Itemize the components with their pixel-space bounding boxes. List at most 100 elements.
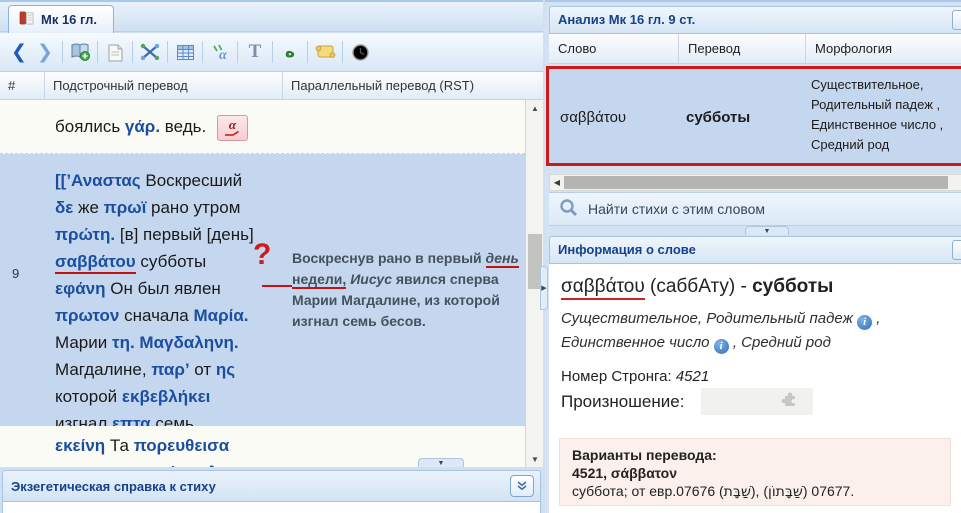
toolbar-separator — [272, 41, 273, 63]
scrollbar-thumb[interactable] — [564, 176, 948, 189]
horizontal-scrollbar[interactable]: ◀ ▶ — [549, 174, 961, 191]
word-ru[interactable]: от — [190, 360, 216, 379]
analysis-morphology: Существительное, Родительный падеж , Еди… — [811, 75, 961, 155]
text-format-button[interactable]: T — [242, 39, 268, 65]
analysis-row-selected[interactable]: σαββάτου субботы Существительное, Родите… — [546, 66, 961, 166]
strong-value[interactable]: 4521 — [676, 368, 709, 385]
document-button[interactable] — [102, 39, 128, 65]
word-greek-sabbatou[interactable]: σαββάτου — [55, 252, 136, 274]
parallel-segment-italic: Иисус — [350, 271, 392, 287]
svg-text:α: α — [219, 48, 227, 62]
word-greek[interactable]: τη. — [112, 333, 135, 352]
word-ru[interactable]: Марии — [55, 333, 112, 352]
history-clock-button[interactable] — [347, 39, 373, 65]
find-verses-search[interactable]: Найти стихи с этим словом — [549, 192, 961, 226]
toolbar-separator — [97, 41, 98, 63]
word-greek[interactable]: πρώτη. — [55, 225, 115, 244]
panel-collapse-button[interactable] — [952, 240, 961, 260]
scroll-up-arrow[interactable]: ▲ — [526, 100, 544, 116]
add-book-button[interactable] — [67, 39, 93, 65]
word-links-button[interactable] — [137, 39, 163, 65]
pronunciation-placeholder[interactable] — [701, 388, 813, 415]
panel-splitter-handle[interactable]: ▶ — [540, 266, 548, 310]
word-greek[interactable]: εκβεβλήκει — [122, 387, 210, 406]
word-greek[interactable]: Μαρία. — [193, 306, 248, 325]
search-label: Найти стихи с этим словом — [588, 201, 765, 217]
verse-number: 9 — [12, 266, 19, 281]
word-ru[interactable]: которой — [55, 387, 122, 406]
toolbar: ❮ ❯ — [0, 33, 543, 72]
parallel-segment-underlined: день — [486, 250, 519, 268]
word-greek[interactable]: απήγγειλεν — [143, 463, 236, 467]
word-greek[interactable]: παρ’ — [151, 360, 189, 379]
word-greek[interactable]: εκείνη — [55, 436, 105, 455]
word-ru[interactable]: ведь. — [160, 117, 206, 136]
column-header-translation[interactable]: Перевод — [679, 34, 806, 64]
word-ru[interactable]: Он был явлен — [106, 279, 221, 298]
word-ru[interactable]: рано утром — [146, 198, 240, 217]
info-icon[interactable]: i — [857, 315, 872, 330]
exegetical-panel-header[interactable]: Экзегетическая справка к стиху — [2, 470, 541, 502]
verses-grid: боялись γάρ. ведь. α 9 [[’Αναστας Воскре… — [0, 100, 525, 467]
word-greek[interactable]: πρωτον — [55, 306, 119, 325]
word-greek[interactable]: ης — [216, 360, 235, 379]
splitter-collapse-tab[interactable]: ▼ — [745, 226, 789, 235]
toolbar-separator — [167, 41, 168, 63]
word-info-title: Информация о слове — [558, 242, 696, 257]
word-ru[interactable]: пошедшая — [55, 463, 143, 467]
word-greek[interactable]: πορευθεισα — [134, 436, 229, 455]
toolbar-separator — [202, 41, 203, 63]
word-greek[interactable]: [[’Αναστας — [55, 171, 141, 190]
expand-panel-button[interactable] — [510, 475, 534, 497]
word-ru[interactable]: [в] первый [день] — [115, 225, 254, 244]
alpha-glyph: α — [229, 119, 236, 130]
toolbar-separator — [237, 41, 238, 63]
info-icon[interactable]: i — [714, 339, 729, 354]
word-greek[interactable]: εφάνη — [55, 279, 106, 298]
panel-collapse-button[interactable] — [952, 10, 961, 30]
verse-row-8[interactable]: боялись γάρ. ведь. α — [0, 100, 525, 154]
greek-analysis-button[interactable]: α — [207, 39, 233, 65]
back-button[interactable]: ❮ — [6, 39, 32, 65]
table-view-button[interactable] — [172, 39, 198, 65]
column-header-interlinear[interactable]: Подстрочный перевод — [45, 72, 283, 100]
parallel-segment: Воскреснув рано в первый — [292, 250, 486, 266]
tab-mk16[interactable]: Мк 16 гл. — [8, 5, 114, 33]
morphology-detail-line2: Единственное число i , Средний род — [561, 334, 831, 354]
word-greek[interactable]: Μαγδαληνη. — [135, 333, 239, 352]
alpha-analysis-button[interactable]: α — [217, 115, 248, 141]
exegetical-panel-title: Экзегетическая справка к стиху — [11, 479, 216, 494]
word-ru[interactable]: же — [73, 198, 103, 217]
word-ru[interactable]: сначала — [119, 306, 193, 325]
book-icon — [19, 11, 34, 28]
morphology-line: Существительное, — [811, 75, 961, 95]
interlinear-text: εκείνη Та πορευθεισα пошедшая απήγγειλεν — [55, 432, 260, 467]
column-header-word[interactable]: Слово — [549, 34, 679, 64]
interlinear-text: боялись γάρ. ведь. α — [55, 113, 260, 141]
column-header-parallel[interactable]: Параллельный перевод (RST) — [283, 72, 525, 100]
forward-button[interactable]: ❯ — [32, 39, 58, 65]
scroll-down-arrow[interactable]: ▼ — [526, 451, 544, 467]
word-greek[interactable]: δε — [55, 198, 73, 217]
verse-row-9-selected[interactable]: 9 [[’Αναστας Воскресший δε же πρωϊ рано … — [0, 154, 525, 426]
word-greek[interactable]: γάρ. — [125, 117, 160, 136]
word-ru[interactable]: Магдалине, — [55, 360, 151, 379]
word-ru[interactable]: Воскресший — [141, 171, 243, 190]
word-ru[interactable]: субботы — [136, 252, 206, 271]
word-greek[interactable]: πρωϊ — [104, 198, 147, 217]
word-info-content: σαββάτου (саббАту) - субботы Существител… — [549, 264, 961, 513]
question-mark-annotation: ? — [253, 238, 271, 272]
hebrew-word: שַׁבָּתוֹן — [768, 484, 803, 500]
splitter-collapse-tab[interactable]: ▼ — [418, 458, 464, 467]
column-header-morphology[interactable]: Морфология — [806, 34, 961, 64]
scroll-left-arrow[interactable]: ◀ — [550, 175, 564, 190]
scroll-button[interactable] — [312, 39, 338, 65]
morphology-line: Средний род — [811, 135, 961, 155]
hebrew-text-button[interactable]: ه — [277, 39, 303, 65]
column-header-num[interactable]: # — [0, 72, 45, 100]
variants-title: Варианты перевода: — [572, 446, 938, 464]
hebrew-word: שַׁבָּת — [724, 484, 751, 500]
word-ru[interactable]: боялись — [55, 117, 125, 136]
morphology-line: Единственное число , — [811, 115, 961, 135]
word-ru[interactable]: Та — [105, 436, 134, 455]
